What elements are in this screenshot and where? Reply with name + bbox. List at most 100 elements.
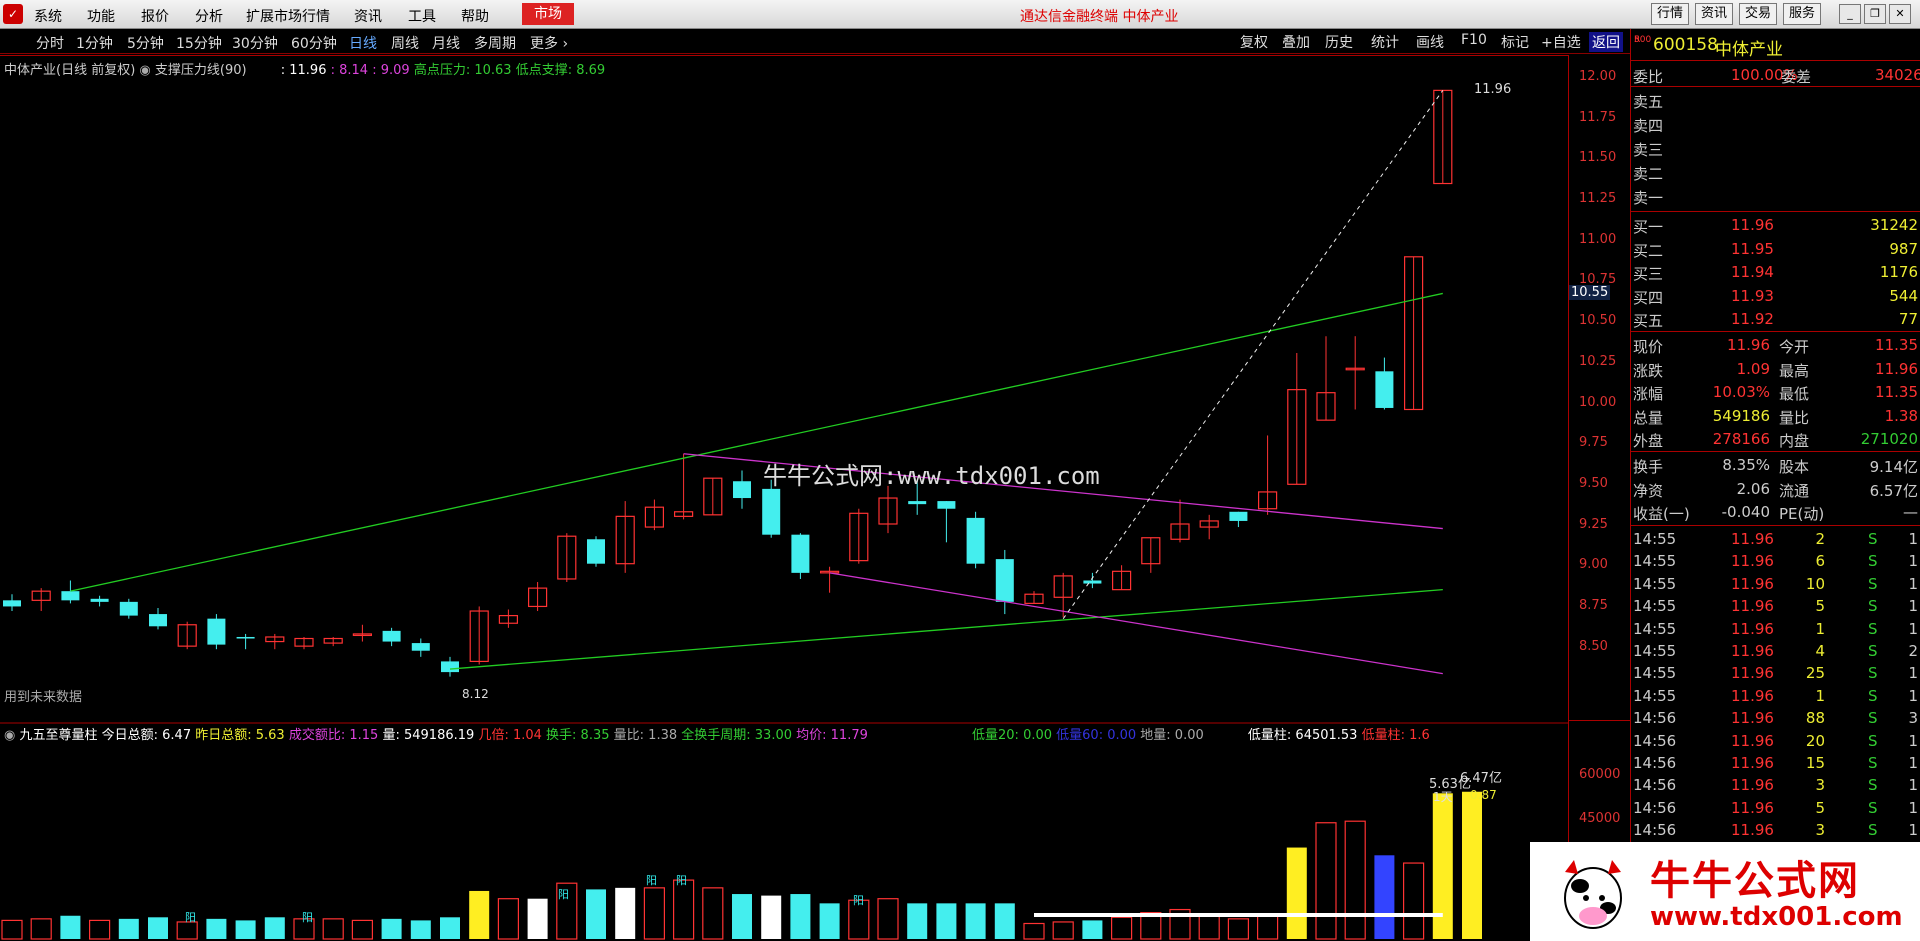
fund-label: 换手	[1633, 458, 1664, 476]
buy-volume: 1176	[1879, 263, 1918, 281]
chart-grid	[0, 55, 1568, 724]
sell-label: 卖四	[1633, 117, 1664, 135]
price-tick: 11.50	[1579, 150, 1617, 165]
volume-bar	[1315, 822, 1337, 940]
news-tab-button[interactable]: 资讯	[1695, 3, 1734, 25]
candle-body	[61, 591, 80, 601]
tick-price: 11.96	[1731, 686, 1774, 705]
price-tick: 8.50	[1579, 639, 1608, 654]
tick-side: S	[1868, 686, 1878, 705]
period-5min[interactable]: 5分钟	[127, 33, 164, 53]
sell-row: 卖一	[1631, 185, 1920, 207]
sell-row: 卖五	[1631, 89, 1920, 111]
buy-label: 买二	[1633, 241, 1664, 260]
f10-button[interactable]: F10	[1461, 32, 1487, 48]
period-multi[interactable]: 多周期	[474, 33, 516, 53]
period-weekly[interactable]: 周线	[391, 33, 419, 53]
tick-count: 1	[1908, 686, 1918, 705]
period-15min[interactable]: 15分钟	[176, 33, 222, 53]
tick-price: 11.96	[1731, 798, 1774, 817]
chart-area[interactable]: 用到未来数据 11.96 8.12 5.63亿 6.47亿 1天 0.87 阳 …	[0, 55, 1568, 941]
buy-row: 买一 11.96 31242	[1631, 214, 1920, 236]
volume-series	[1, 791, 1482, 940]
axis-divider	[1569, 720, 1631, 721]
trade-tab-button[interactable]: 交易	[1739, 3, 1778, 25]
menu-item-news[interactable]: 资讯	[354, 6, 382, 26]
period-monthly[interactable]: 月线	[432, 33, 460, 53]
tick-row: 14:56 11.96 15 S 1	[1631, 752, 1920, 774]
today-amount: 今日总额: 6.47	[101, 728, 192, 743]
menu-item-function[interactable]: 功能	[87, 6, 115, 26]
price-tick: 9.75	[1579, 435, 1608, 450]
vol-ann-647: 6.47亿	[1460, 771, 1502, 786]
fund-label: 股本	[1779, 458, 1810, 476]
stat-label: 量比	[1779, 408, 1810, 427]
volume-bar	[761, 895, 782, 939]
tick-volume: 15	[1805, 754, 1825, 772]
vol-ratio-value: 量比: 1.38	[613, 728, 678, 743]
tick-side: S	[1868, 664, 1878, 683]
volume-value: 量: 549186.19	[382, 728, 475, 743]
tick-price: 11.96	[1731, 731, 1774, 750]
tick-price: 11.96	[1731, 709, 1774, 728]
menu-item-help[interactable]: 帮助	[461, 6, 489, 26]
stat-label: 内盘	[1779, 432, 1810, 450]
volume-indicator-icon[interactable]: ◉	[4, 728, 15, 743]
stat-label: 涨跌	[1633, 361, 1664, 380]
fund-row: 净资 2.06 流通 6.57亿	[1631, 478, 1920, 500]
draw-button[interactable]: 画线	[1416, 32, 1444, 52]
sell-label: 卖三	[1633, 141, 1664, 159]
tick-side: S	[1868, 798, 1878, 817]
volume-bar	[148, 917, 168, 939]
menu-item-analysis[interactable]: 分析	[195, 6, 223, 26]
period-60min[interactable]: 60分钟	[291, 33, 337, 53]
back-button[interactable]: 返回	[1589, 32, 1623, 52]
price-tick: 10.50	[1579, 313, 1617, 328]
stat-row: 外盘 278166 内盘 271020	[1631, 428, 1920, 450]
adjust-button[interactable]: 复权	[1240, 32, 1268, 52]
volume-bar	[60, 915, 81, 939]
price-tick: 11.25	[1579, 191, 1617, 206]
candle-body	[149, 614, 167, 627]
add-favorite-button[interactable]: +自选	[1541, 32, 1581, 52]
sell-label: 卖一	[1633, 189, 1664, 207]
fund-value: 9.14亿	[1869, 458, 1918, 476]
last-price-label: 11.96	[1474, 82, 1511, 97]
quote-tab-button[interactable]: 行情	[1651, 3, 1690, 25]
restore-icon[interactable]: ❐	[1864, 4, 1886, 24]
menu-item-extended-market[interactable]: 扩展市场行情	[246, 6, 330, 26]
weicha-value: 34026	[1875, 66, 1920, 84]
period-daily[interactable]: 日线	[349, 33, 377, 53]
volume-bar	[907, 903, 928, 939]
volume-bar	[176, 921, 198, 940]
volume-indicator-name[interactable]: 九五至尊量柱	[19, 728, 97, 743]
history-button[interactable]: 历史	[1325, 32, 1353, 52]
tick-volume: 5	[1815, 798, 1825, 817]
close-icon[interactable]: ✕	[1889, 4, 1911, 24]
mark-button[interactable]: 标记	[1501, 32, 1529, 52]
overlay-button[interactable]: 叠加	[1282, 32, 1310, 52]
menu-item-system[interactable]: 系统	[34, 6, 62, 26]
minimize-icon[interactable]: _	[1839, 4, 1861, 24]
candle-body	[762, 488, 781, 535]
period-timeshare[interactable]: 分时	[36, 33, 64, 53]
tick-row: 14:56 11.96 3 S 1	[1631, 819, 1920, 841]
stats-button[interactable]: 统计	[1371, 32, 1399, 52]
service-tab-button[interactable]: 服务	[1783, 3, 1822, 25]
period-1min[interactable]: 1分钟	[76, 33, 113, 53]
app-logo-icon[interactable]: ✓	[3, 4, 23, 24]
fund-value: 2.06	[1736, 479, 1770, 498]
tick-side: S	[1868, 574, 1878, 593]
menu-item-quote[interactable]: 报价	[141, 6, 169, 26]
price-axis: 12.00 11.75 11.50 11.25 11.00 10.75 10.5…	[1568, 55, 1631, 941]
volume-bar	[790, 894, 811, 939]
period-30min[interactable]: 30分钟	[232, 33, 278, 53]
tick-row: 14:56 11.96 20 S 1	[1631, 730, 1920, 752]
stat-value: 1.38	[1884, 406, 1918, 425]
period-more[interactable]: 更多 ›	[530, 33, 568, 53]
stat-label: 外盘	[1633, 432, 1664, 450]
volume-bar	[1198, 913, 1220, 940]
menu-item-tools[interactable]: 工具	[408, 6, 436, 26]
market-button[interactable]: 市场	[522, 3, 574, 25]
weicha-label: 委差	[1781, 68, 1812, 86]
